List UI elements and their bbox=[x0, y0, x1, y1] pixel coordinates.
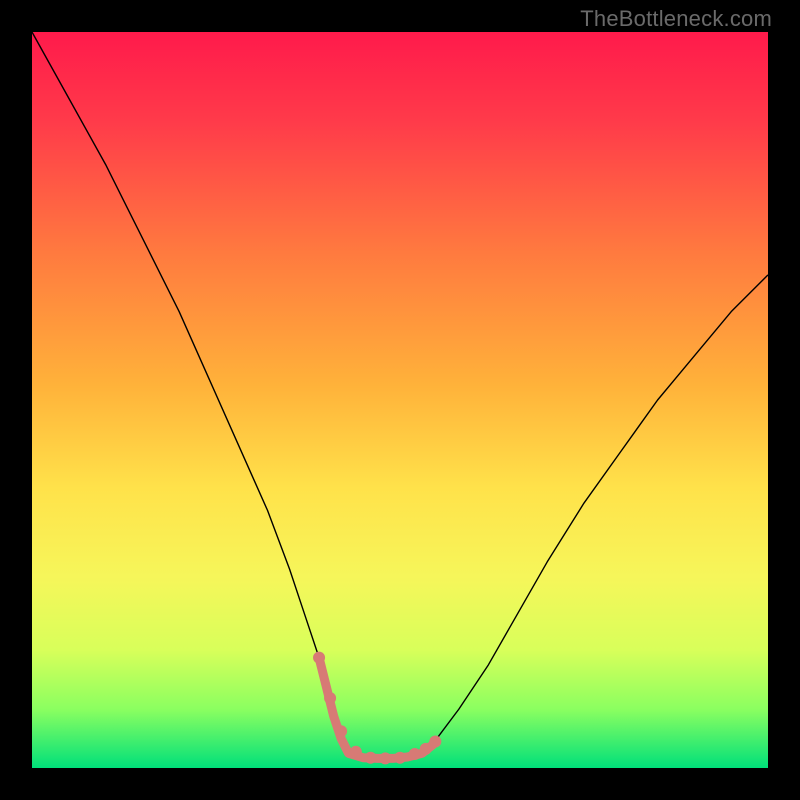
marker-dot bbox=[313, 652, 325, 664]
marker-dot bbox=[429, 736, 441, 748]
chart-frame: TheBottleneck.com bbox=[0, 0, 800, 800]
marker-dot bbox=[324, 692, 336, 704]
marker-dot bbox=[420, 743, 432, 755]
marker-dot bbox=[409, 748, 421, 760]
marker-dot bbox=[379, 752, 391, 764]
marker-dot bbox=[335, 725, 347, 737]
marker-dot bbox=[365, 752, 377, 764]
marker-dot bbox=[350, 746, 362, 758]
watermark-text: TheBottleneck.com bbox=[580, 6, 772, 32]
plot-area bbox=[32, 32, 768, 768]
marker-dot bbox=[394, 752, 406, 764]
chart-svg bbox=[32, 32, 768, 768]
